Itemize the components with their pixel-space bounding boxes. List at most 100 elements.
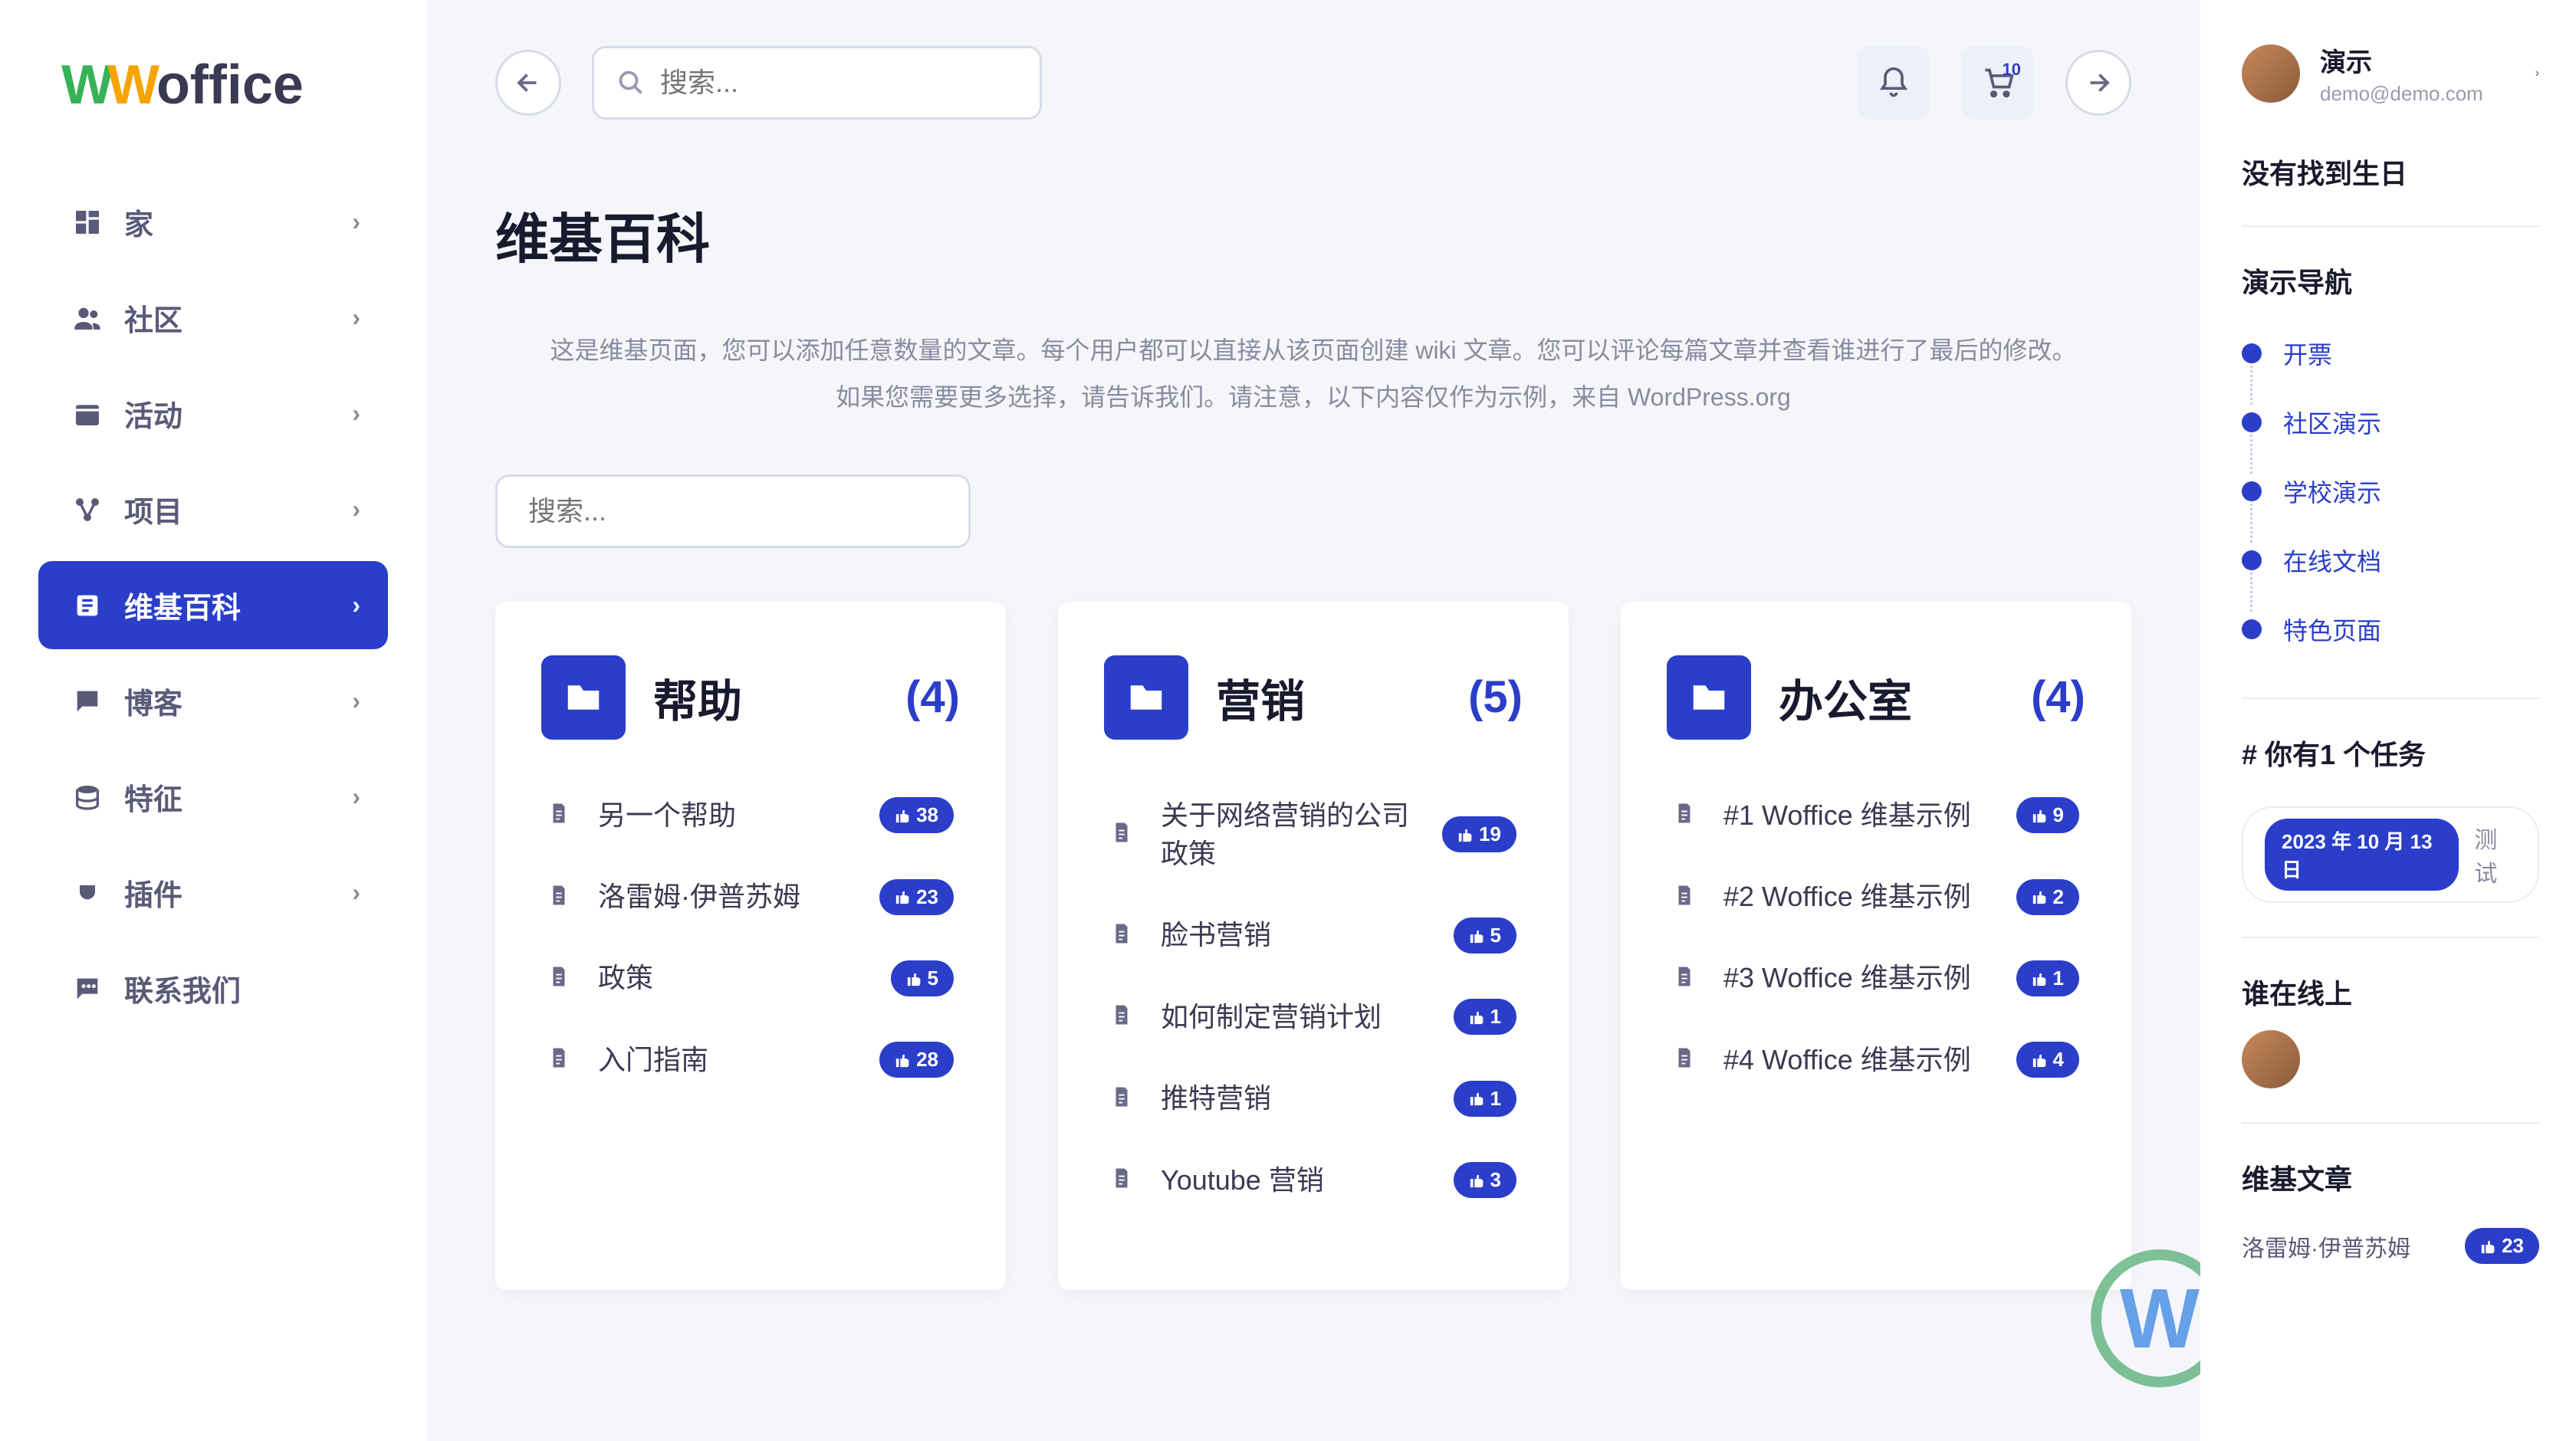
forward-button[interactable] <box>2065 50 2131 116</box>
user-name: 演示 <box>2320 41 2483 79</box>
chevron-right-icon: › <box>352 304 360 332</box>
like-badge[interactable]: 28 <box>879 1042 954 1078</box>
like-badge[interactable]: 23 <box>2465 1228 2539 1264</box>
sidebar-item-projects[interactable]: 项目 › <box>38 465 388 553</box>
article-row[interactable]: 政策 5 <box>541 937 960 1019</box>
sidebar-item-wiki[interactable]: 维基百科 › <box>38 561 388 649</box>
like-badge[interactable]: 5 <box>891 960 954 996</box>
search-icon <box>617 69 645 97</box>
timeline-dot-icon <box>2242 550 2262 570</box>
chevron-right-icon: › <box>352 495 360 524</box>
sidebar-item-home[interactable]: 家 › <box>38 178 388 266</box>
article-row[interactable]: 脸书营销 5 <box>1104 894 1523 976</box>
like-badge[interactable]: 23 <box>879 879 954 915</box>
online-title: 谁在线上 <box>2242 972 2539 1012</box>
page-title: 维基百科 <box>495 196 2131 274</box>
document-icon <box>547 965 570 992</box>
online-user-avatar[interactable] <box>2242 1030 2300 1088</box>
like-badge[interactable]: 1 <box>1454 1081 1516 1117</box>
wiki-article-item[interactable]: 洛雷姆·伊普苏姆 23 <box>2242 1228 2539 1264</box>
like-badge[interactable]: 1 <box>2016 960 2079 996</box>
article-title: 政策 <box>598 959 863 997</box>
like-badge[interactable]: 3 <box>1454 1162 1516 1198</box>
diagram-icon <box>66 494 109 525</box>
sidebar-item-label: 维基百科 <box>124 584 352 626</box>
calendar-icon <box>66 399 109 429</box>
category-cards: 帮助 (4) 另一个帮助 38 洛雷姆·伊普苏姆 23 政策 5 <box>495 602 2131 1290</box>
document-icon <box>547 802 570 829</box>
cart-button[interactable]: 10 <box>1961 46 2035 120</box>
folder-icon <box>1104 655 1188 740</box>
article-row[interactable]: #1 Woffice 维基示例 9 <box>1667 775 2085 856</box>
demo-nav-item[interactable]: 在线文档 <box>2242 526 2539 595</box>
demo-nav-item[interactable]: 开票 <box>2242 319 2539 388</box>
avatar <box>2242 44 2300 103</box>
document-icon <box>1110 922 1133 949</box>
sidebar-item-contact[interactable]: 联系我们 <box>38 944 388 1032</box>
article-row[interactable]: #4 Woffice 维基示例 4 <box>1667 1019 2085 1101</box>
logo[interactable]: WWoffice <box>61 54 388 117</box>
document-icon <box>1110 1085 1133 1112</box>
article-row[interactable]: 关于网络营销的公司政策 19 <box>1104 775 1523 895</box>
task-text: 测试 <box>2474 821 2516 888</box>
document-icon <box>547 1046 570 1073</box>
demo-nav-item[interactable]: 社区演示 <box>2242 388 2539 457</box>
article-row[interactable]: 推特营销 1 <box>1104 1058 1523 1139</box>
like-badge[interactable]: 5 <box>1454 917 1516 954</box>
global-search[interactable] <box>592 46 1042 120</box>
article-row[interactable]: 洛雷姆·伊普苏姆 23 <box>541 856 960 937</box>
category-count: (4) <box>2031 671 2085 723</box>
article-row[interactable]: 另一个帮助 38 <box>541 775 960 856</box>
article-row[interactable]: 如何制定营销计划 1 <box>1104 977 1523 1058</box>
like-badge[interactable]: 2 <box>2016 879 2079 915</box>
book-icon <box>66 590 109 621</box>
like-badge[interactable]: 4 <box>2016 1042 2079 1078</box>
category-title[interactable]: 办公室 <box>1779 665 1912 730</box>
timeline-dot-icon <box>2242 481 2262 501</box>
timeline-dot-icon <box>2242 343 2262 363</box>
demo-nav-item[interactable]: 学校演示 <box>2242 457 2539 526</box>
demo-nav-item[interactable]: 特色页面 <box>2242 595 2539 664</box>
sidebar-item-features[interactable]: 特征 › <box>38 753 388 841</box>
document-icon <box>1673 884 1696 911</box>
article-row[interactable]: #2 Woffice 维基示例 2 <box>1667 856 2085 937</box>
article-title: #3 Woffice 维基示例 <box>1723 959 1989 997</box>
timeline-dot-icon <box>2242 412 2262 432</box>
birthday-section: 没有找到生日 <box>2242 152 2539 192</box>
chevron-right-icon: › <box>352 687 360 715</box>
article-row[interactable]: #3 Woffice 维基示例 1 <box>1667 937 2085 1019</box>
sidebar-item-label: 社区 <box>124 297 352 339</box>
task-item[interactable]: 2023 年 10 月 13 日 测试 <box>2242 806 2539 903</box>
category-title[interactable]: 营销 <box>1216 665 1305 730</box>
wiki-articles-title: 维基文章 <box>2242 1157 2539 1197</box>
article-title: Youtube 营销 <box>1161 1161 1426 1200</box>
folder-icon <box>1667 655 1751 740</box>
global-search-input[interactable] <box>660 67 1017 99</box>
sidebar-item-plugins[interactable]: 插件 › <box>38 849 388 937</box>
article-row[interactable]: 入门指南 28 <box>541 1019 960 1101</box>
back-button[interactable] <box>495 50 561 116</box>
sidebar-item-blog[interactable]: 博客 › <box>38 657 388 745</box>
like-badge[interactable]: 1 <box>1454 999 1516 1035</box>
wiki-search-input[interactable] <box>528 495 938 527</box>
wiki-search[interactable] <box>495 474 971 548</box>
user-menu[interactable]: 演示 demo@demo.com › <box>2242 41 2539 106</box>
cart-count-badge: 10 <box>2003 60 2021 80</box>
notifications-button[interactable] <box>1857 46 1930 120</box>
like-badge[interactable]: 38 <box>879 797 954 833</box>
like-badge[interactable]: 19 <box>1442 816 1516 852</box>
document-icon <box>1110 821 1133 848</box>
plug-icon <box>66 878 109 908</box>
chevron-right-icon: › <box>352 591 360 619</box>
article-title: #2 Woffice 维基示例 <box>1723 878 1989 916</box>
main-nav: 家 › 社区 › 活动 › 项目 › 维基百科 › <box>38 178 388 1032</box>
article-row[interactable]: Youtube 营销 3 <box>1104 1140 1523 1221</box>
sidebar-item-activities[interactable]: 活动 › <box>38 369 388 458</box>
article-title: 洛雷姆·伊普苏姆 <box>598 878 852 916</box>
category-title[interactable]: 帮助 <box>653 665 742 730</box>
like-badge[interactable]: 9 <box>2016 797 2079 833</box>
user-email: demo@demo.com <box>2320 82 2483 106</box>
sidebar-item-community[interactable]: 社区 › <box>38 274 388 362</box>
document-icon <box>1673 965 1696 992</box>
document-icon <box>1110 1003 1133 1030</box>
